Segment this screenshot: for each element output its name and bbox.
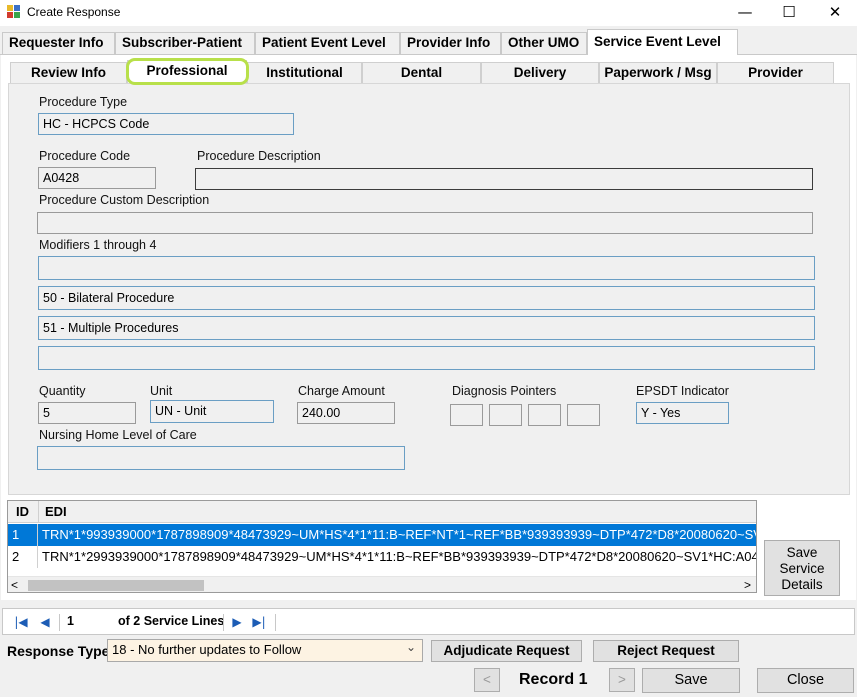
procedure-code-field[interactable]: A0428 xyxy=(38,167,156,189)
modifier-4-field[interactable] xyxy=(38,346,815,370)
tab-service-event-level[interactable]: Service Event Level xyxy=(587,29,738,55)
tab-dental[interactable]: Dental xyxy=(362,62,481,83)
procedure-description-field[interactable] xyxy=(195,168,813,190)
modifiers-label: Modifiers 1 through 4 xyxy=(39,238,157,252)
adjudicate-request-button[interactable]: Adjudicate Request xyxy=(431,640,582,662)
response-type-select[interactable]: 18 - No further updates to Follow ⌄ xyxy=(107,639,423,662)
last-record-icon[interactable]: ▶| xyxy=(251,614,267,630)
table-row[interactable]: 1 TRN*1*993939000*1787898909*48473929~UM… xyxy=(8,524,756,546)
highlight-ring xyxy=(126,58,249,85)
custom-description-field[interactable] xyxy=(37,212,813,234)
close-window-button[interactable]: ✕ xyxy=(812,0,857,26)
tab-delivery[interactable]: Delivery xyxy=(481,62,599,83)
quantity-label: Quantity xyxy=(39,384,86,398)
horizontal-scrollbar[interactable]: < > xyxy=(8,576,756,592)
tab-provider-info[interactable]: Provider Info xyxy=(400,32,501,54)
tab-provider[interactable]: Provider xyxy=(717,62,834,83)
diagnosis-pointer-2[interactable] xyxy=(489,404,522,426)
modifier-1-field[interactable] xyxy=(38,256,815,280)
edi-grid[interactable]: ID EDI 1 TRN*1*993939000*1787898909*4847… xyxy=(7,500,757,593)
diagnosis-pointer-1[interactable] xyxy=(450,404,483,426)
table-row[interactable]: 2 TRN*1*2993939000*1787898909*48473929~U… xyxy=(8,546,756,568)
row-edi: TRN*1*993939000*1787898909*48473929~UM*H… xyxy=(42,527,756,542)
nav-separator xyxy=(223,614,224,631)
procedure-code-label: Procedure Code xyxy=(39,149,131,163)
tab-requester-info[interactable]: Requester Info xyxy=(2,32,115,54)
tab-patient-event-level[interactable]: Patient Event Level xyxy=(255,32,400,54)
first-record-icon[interactable]: |◀ xyxy=(13,614,29,630)
grid-header-edi[interactable]: EDI xyxy=(39,501,756,523)
procedure-description-label: Procedure Description xyxy=(197,149,321,163)
epsdt-indicator-field[interactable]: Y - Yes xyxy=(636,402,729,424)
next-record-button[interactable]: > xyxy=(609,668,635,692)
charge-amount-field[interactable]: 240.00 xyxy=(297,402,395,424)
procedure-type-field[interactable]: HC - HCPCS Code xyxy=(38,113,294,135)
of-total-label: of 2 Service Lines xyxy=(118,614,225,628)
response-type-value: 18 - No further updates to Follow xyxy=(112,642,302,657)
reject-request-button[interactable]: Reject Request xyxy=(593,640,739,662)
next-record-icon[interactable]: ▶ xyxy=(229,614,245,630)
record-navigator: |◀ ◀ 1 of 2 Service Lines ▶ ▶| xyxy=(2,608,855,635)
quantity-field[interactable]: 5 xyxy=(38,402,136,424)
window-title: Create Response xyxy=(27,5,121,19)
modifier-3-field[interactable]: 51 - Multiple Procedures xyxy=(38,316,815,340)
save-service-details-button[interactable]: Save Service Details xyxy=(764,540,840,596)
row-edi: TRN*1*2993939000*1787898909*48473929~UM*… xyxy=(42,549,756,564)
scroll-thumb[interactable] xyxy=(28,580,204,591)
tab-review-info[interactable]: Review Info xyxy=(10,62,127,83)
unit-label: Unit xyxy=(150,384,173,398)
grid-header-id[interactable]: ID xyxy=(8,501,39,523)
save-button[interactable]: Save xyxy=(642,668,740,693)
scroll-right-icon[interactable]: > xyxy=(744,577,751,592)
close-button[interactable]: Close xyxy=(757,668,854,693)
charge-amount-label: Charge Amount xyxy=(298,384,385,398)
scroll-left-icon[interactable]: < xyxy=(11,577,18,592)
nursing-home-field[interactable] xyxy=(37,446,405,470)
nursing-home-label: Nursing Home Level of Care xyxy=(39,428,197,442)
minimize-button[interactable]: — xyxy=(722,0,768,26)
app-icon xyxy=(7,5,21,19)
tab-paperwork-msg[interactable]: Paperwork / Msg xyxy=(599,62,717,83)
tab-subscriber-patient[interactable]: Subscriber-Patient xyxy=(115,32,255,54)
prev-record-icon[interactable]: ◀ xyxy=(37,614,53,630)
custom-description-label: Procedure Custom Description xyxy=(39,193,210,207)
maximize-button[interactable]: ☐ xyxy=(766,0,812,26)
prev-record-button[interactable]: < xyxy=(474,668,500,692)
nav-separator xyxy=(59,614,60,631)
position-input[interactable]: 1 xyxy=(67,614,74,628)
response-type-label: Response Type xyxy=(7,643,110,659)
modifier-2-field[interactable]: 50 - Bilateral Procedure xyxy=(38,286,815,310)
tab-institutional[interactable]: Institutional xyxy=(247,62,362,83)
diagnosis-pointers-label: Diagnosis Pointers xyxy=(452,384,557,398)
unit-field[interactable]: UN - Unit xyxy=(150,400,274,423)
epsdt-indicator-label: EPSDT Indicator xyxy=(636,384,729,398)
diagnosis-pointer-4[interactable] xyxy=(567,404,600,426)
record-label: Record 1 xyxy=(519,671,588,688)
nav-separator xyxy=(275,614,276,631)
procedure-type-label: Procedure Type xyxy=(39,95,128,109)
row-id: 2 xyxy=(8,546,38,568)
row-id: 1 xyxy=(8,524,38,546)
tab-other-umo[interactable]: Other UMO xyxy=(501,32,587,54)
chevron-down-icon: ⌄ xyxy=(406,640,417,654)
diagnosis-pointer-3[interactable] xyxy=(528,404,561,426)
